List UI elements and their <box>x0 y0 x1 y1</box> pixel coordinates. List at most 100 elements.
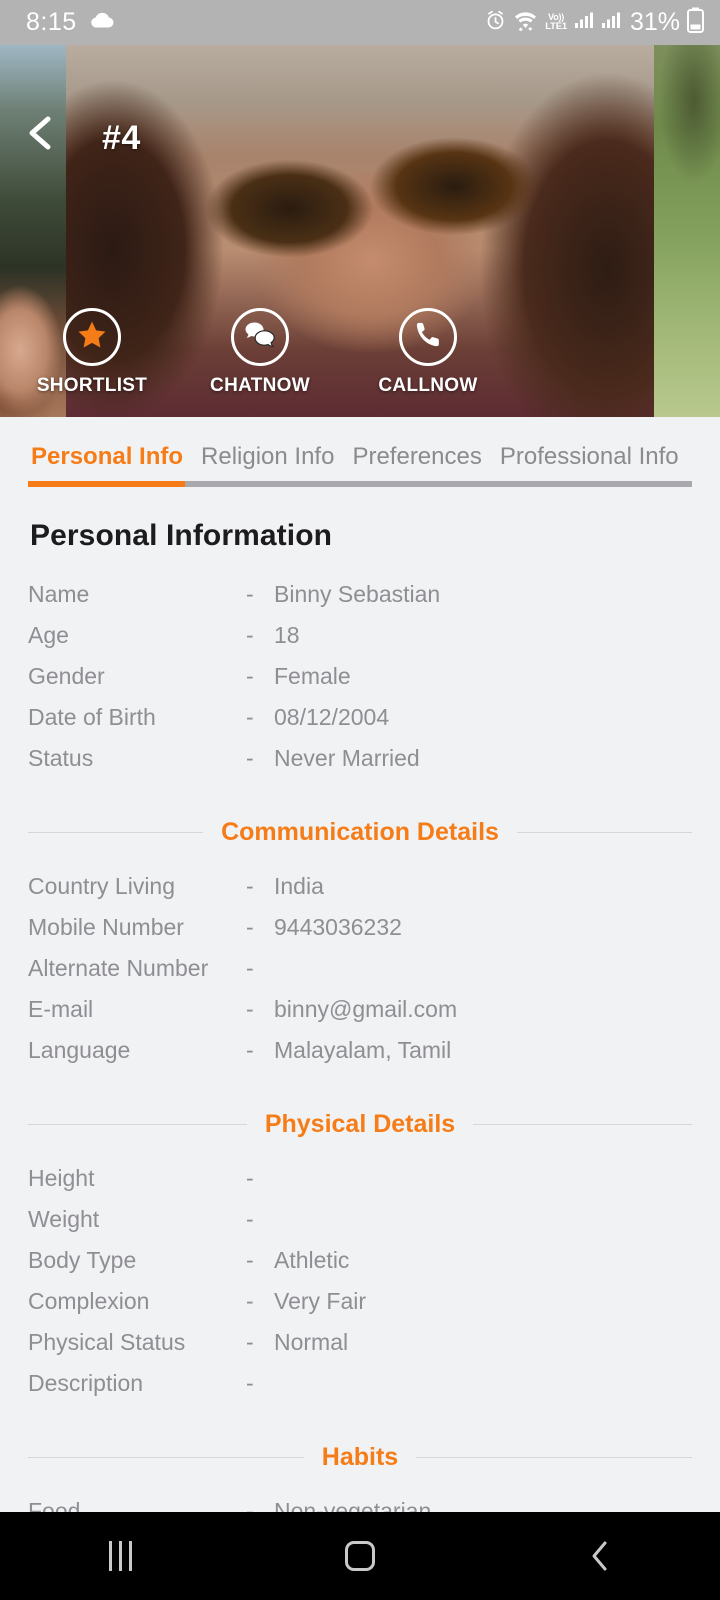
chatnow-label: CHATNOW <box>210 375 310 396</box>
chatnow-ring <box>231 308 289 366</box>
row-value: Binny Sebastian <box>274 581 441 607</box>
row-label: Age <box>28 622 69 648</box>
detail-row: Language - Malayalam, Tamil <box>28 1037 692 1064</box>
row-label: Name <box>28 581 90 607</box>
row-label: Status <box>28 745 94 771</box>
chat-bubbles-icon <box>243 320 277 355</box>
tab-religion-info[interactable]: Religion Info <box>192 443 343 481</box>
page-title: Personal Information <box>30 519 333 552</box>
wifi-icon <box>513 10 538 36</box>
detail-row: Height - <box>28 1165 692 1192</box>
row-dash: - <box>246 1165 254 1191</box>
row-dash: - <box>246 996 254 1022</box>
status-time: 8:15 <box>26 8 77 36</box>
row-dash: - <box>246 622 254 648</box>
personal-info-rows: Name - Binny Sebastian Age - 18 Gender -… <box>28 581 692 772</box>
recents-icon[interactable] <box>60 1526 180 1586</box>
row-label: Physical Status <box>28 1329 186 1355</box>
row-value: Never Married <box>274 745 420 771</box>
tab-active-indicator <box>28 481 185 487</box>
row-value: Normal <box>274 1329 349 1355</box>
detail-row: Description - <box>28 1370 692 1397</box>
habits-section-heading: Habits <box>28 1443 692 1472</box>
row-value: Female <box>274 663 351 689</box>
row-label: E-mail <box>28 996 94 1022</box>
detail-row: Body Type - Athletic <box>28 1247 692 1274</box>
row-value: 08/12/2004 <box>274 704 390 730</box>
row-label: Weight <box>28 1206 100 1232</box>
tab-list: Personal Info Religion Info Preferences … <box>0 443 720 481</box>
shortlist-button[interactable]: SHORTLIST <box>36 308 148 397</box>
tab-preferences[interactable]: Preferences <box>343 443 490 481</box>
android-nav-bar <box>0 1512 720 1600</box>
row-value: Athletic <box>274 1247 350 1273</box>
tab-professional-info[interactable]: Professional Info <box>491 443 688 481</box>
row-value: 18 <box>274 622 300 648</box>
status-bar: 8:15 Vo)) LTE1 31% <box>0 0 720 45</box>
app-screen: 8:15 Vo)) LTE1 31% #4 SHORTLIST CHATNOW … <box>0 0 720 1600</box>
detail-row: Gender - Female <box>28 663 692 690</box>
back-chevron-icon[interactable] <box>22 113 62 153</box>
volte-bottom-label: LTE1 <box>545 21 567 33</box>
tab-bar: Personal Info Religion Info Preferences … <box>0 417 720 487</box>
tab-scroll-track[interactable] <box>28 481 692 487</box>
row-label: Mobile Number <box>28 914 184 940</box>
detail-row: Mobile Number - 9443036232 <box>28 914 692 941</box>
row-label: Height <box>28 1165 95 1191</box>
photo-index-label: #4 <box>102 119 141 157</box>
signal-bars-icon <box>574 11 594 34</box>
divider-right <box>473 1124 693 1125</box>
callnow-ring <box>399 308 457 366</box>
row-label: Gender <box>28 663 105 689</box>
section-heading-text: Physical Details <box>264 1110 456 1138</box>
home-icon[interactable] <box>300 1526 420 1586</box>
row-label: Language <box>28 1037 131 1063</box>
row-dash: - <box>246 581 254 607</box>
row-dash: - <box>246 1288 254 1314</box>
row-dash: - <box>246 1206 254 1232</box>
detail-row: Weight - <box>28 1206 692 1233</box>
row-label: Complexion <box>28 1288 150 1314</box>
row-label: Description <box>28 1370 144 1396</box>
detail-row: Physical Status - Normal <box>28 1329 692 1356</box>
phone-icon <box>413 319 444 355</box>
divider-right <box>516 832 693 833</box>
row-value: binny@gmail.com <box>274 996 458 1022</box>
row-label: Body Type <box>28 1247 137 1273</box>
row-dash: - <box>246 663 254 689</box>
divider-left <box>28 1124 247 1125</box>
callnow-button[interactable]: CALLNOW <box>372 308 484 397</box>
row-label: Alternate Number <box>28 955 209 981</box>
tab-personal-info[interactable]: Personal Info <box>22 443 192 481</box>
row-label: Date of Birth <box>28 704 156 730</box>
detail-row: Country Living - India <box>28 873 692 900</box>
divider-left <box>28 1457 304 1458</box>
row-dash: - <box>246 1247 254 1273</box>
battery-icon <box>687 7 704 38</box>
row-dash: - <box>246 1370 254 1396</box>
section-heading-text: Communication Details <box>221 818 499 846</box>
divider-left <box>28 832 204 833</box>
row-dash: - <box>246 873 254 899</box>
row-dash: - <box>246 704 254 730</box>
row-value: Very Fair <box>274 1288 367 1314</box>
row-value: Malayalam, Tamil <box>274 1037 452 1063</box>
detail-row: Alternate Number - <box>28 955 692 982</box>
back-icon[interactable] <box>540 1526 660 1586</box>
shortlist-label: SHORTLIST <box>36 375 148 396</box>
row-dash: - <box>246 914 254 940</box>
detail-row: Status - Never Married <box>28 745 692 772</box>
row-label: Country Living <box>28 873 176 899</box>
profile-details: Personal Information Name - Binny Sebast… <box>0 519 720 1525</box>
cloud-icon <box>89 11 115 34</box>
divider-right <box>416 1457 692 1458</box>
chatnow-button[interactable]: CHATNOW <box>204 308 316 397</box>
callnow-label: CALLNOW <box>378 375 478 396</box>
detail-row: Age - 18 <box>28 622 692 649</box>
row-value: India <box>274 873 324 899</box>
photo-carousel[interactable]: #4 SHORTLIST CHATNOW CALLNOW <box>0 45 720 417</box>
row-dash: - <box>246 745 254 771</box>
communication-section-heading: Communication Details <box>28 818 693 847</box>
row-dash: - <box>246 1037 254 1063</box>
profile-action-bar: SHORTLIST CHATNOW CALLNOW <box>0 308 720 397</box>
